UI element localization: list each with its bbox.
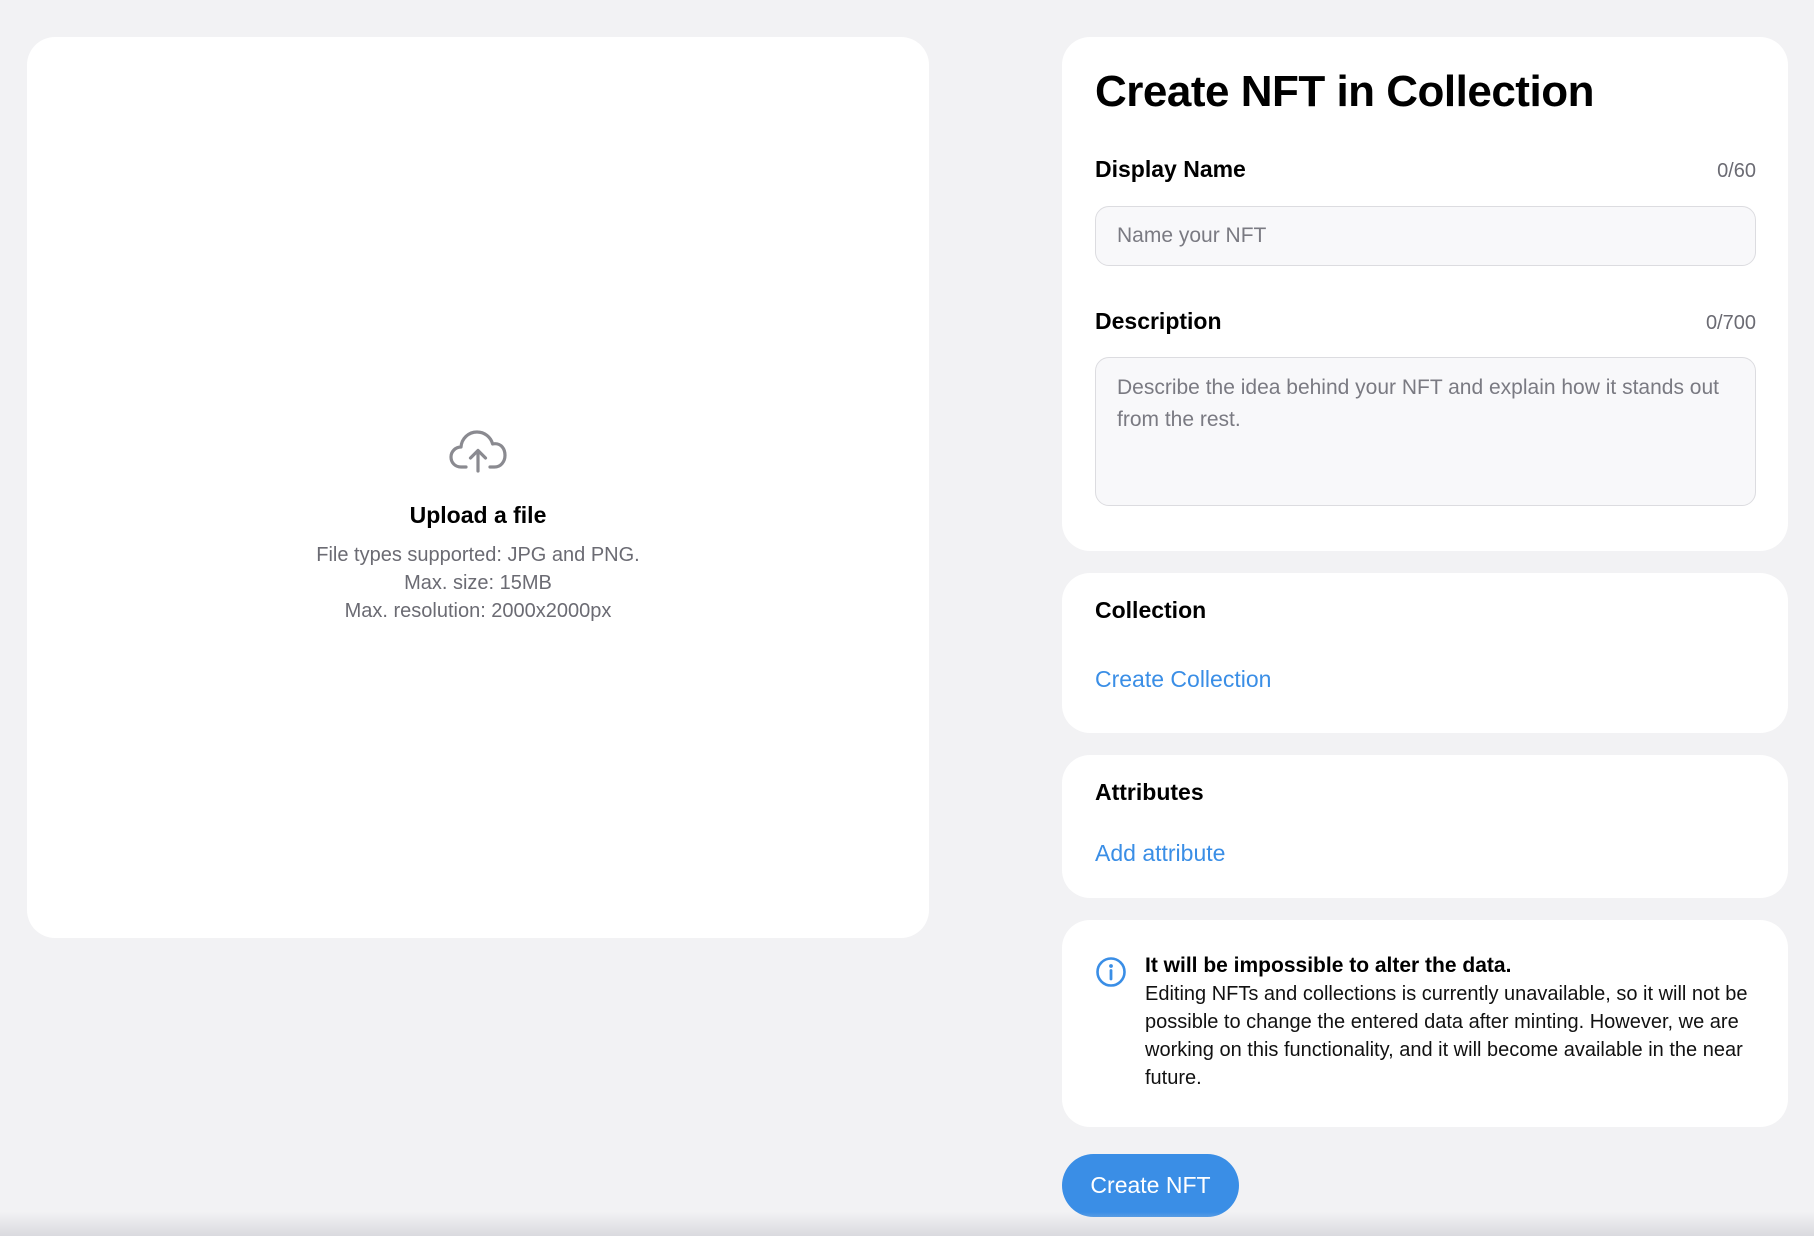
upload-requirements: File types supported: JPG and PNG. Max. …: [27, 541, 929, 625]
display-name-header: Display Name 0/60: [1095, 156, 1756, 183]
description-label: Description: [1095, 307, 1222, 334]
upload-content: Upload a file File types supported: JPG …: [27, 427, 929, 625]
collection-card: Collection Create Collection: [1062, 573, 1788, 733]
display-name-input[interactable]: [1095, 205, 1756, 266]
notice-text: It will be impossible to alter the data.…: [1145, 952, 1758, 1127]
page-title: Create NFT in Collection: [1095, 67, 1594, 116]
bottom-scroll-fade: [0, 1212, 1814, 1236]
display-name-label: Display Name: [1095, 155, 1246, 182]
collection-label: Collection: [1095, 597, 1207, 623]
nft-form-card: Create NFT in Collection Display Name 0/…: [1062, 37, 1788, 551]
attributes-card: Attributes Add attribute: [1062, 755, 1788, 898]
description-counter: 0/700: [1705, 311, 1756, 334]
create-collection-link[interactable]: Create Collection: [1095, 666, 1271, 693]
upload-file-types: File types supported: JPG and PNG.: [316, 544, 640, 566]
cloud-upload-icon: [448, 427, 508, 475]
display-name-counter: 0/60: [1717, 159, 1756, 182]
add-attribute-link[interactable]: Add attribute: [1095, 840, 1225, 867]
create-nft-button[interactable]: Create NFT: [1062, 1154, 1239, 1217]
data-warning-notice: It will be impossible to alter the data.…: [1062, 920, 1788, 1127]
upload-max-size: Max. size: 15MB: [404, 572, 552, 594]
attributes-label: Attributes: [1095, 779, 1204, 805]
notice-title: It will be impossible to alter the data.: [1145, 954, 1512, 977]
description-header: Description 0/700: [1095, 308, 1756, 335]
upload-title: Upload a file: [409, 502, 547, 528]
upload-max-resolution: Max. resolution: 2000x2000px: [344, 600, 612, 622]
description-textarea[interactable]: [1095, 356, 1756, 506]
notice-body: Editing NFTs and collections is currentl…: [1145, 983, 1748, 1089]
upload-dropzone[interactable]: Upload a file File types supported: JPG …: [27, 37, 929, 938]
info-icon: [1095, 956, 1127, 988]
